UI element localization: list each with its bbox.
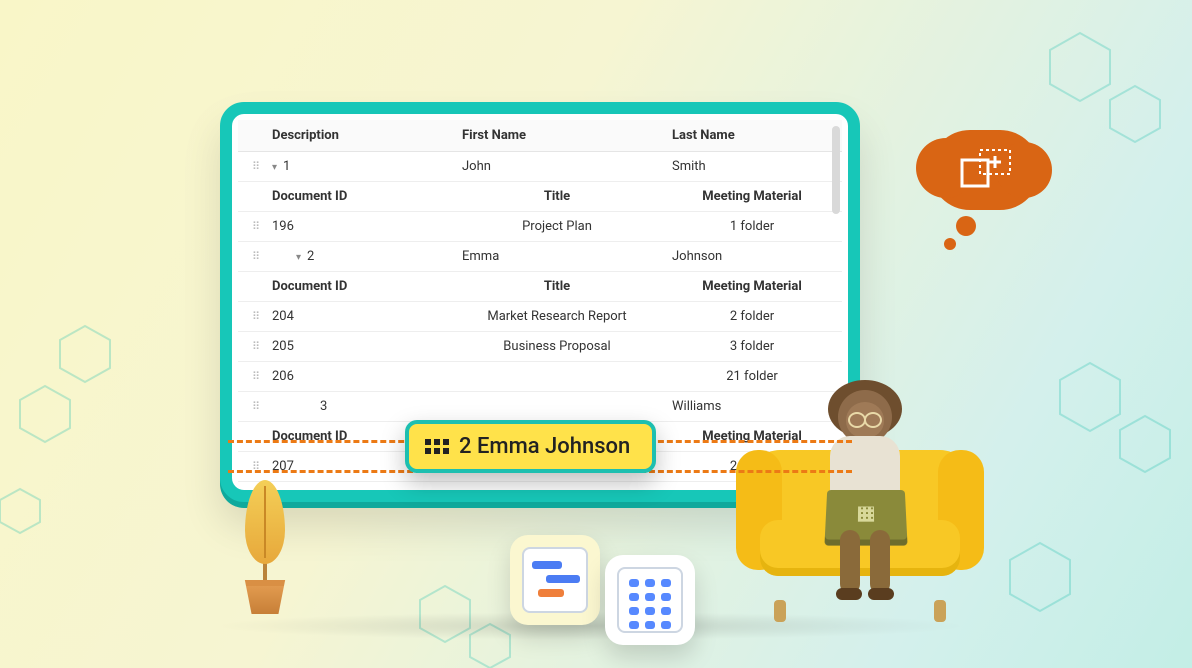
drag-handle-icon[interactable]: ⠿ [238,242,262,272]
detail-header-row: Document ID Title Meeting Material [238,272,842,302]
cell-material: 1 folder [662,212,842,242]
col-material[interactable]: Meeting Material [662,182,842,212]
drag-handle-icon[interactable]: ⠿ [238,152,262,182]
drag-handle-icon[interactable]: ⠿ [238,332,262,362]
spreadsheet-app-card [605,555,695,645]
cell-title: Business Proposal [452,332,662,362]
table-row[interactable]: ⠿205Business Proposal3 folder [238,332,842,362]
vertical-scrollbar[interactable] [832,126,840,214]
group-index: 3 [320,399,327,414]
group-first-name: Emma [452,242,662,272]
cell-doc-id: 204 [262,302,452,332]
drag-handle-icon[interactable]: ⠿ [238,212,262,242]
cell-material: 3 folder [662,332,842,362]
cell-doc-id: 205 [262,332,452,362]
col-first-name[interactable]: First Name [452,120,662,152]
chevron-down-icon[interactable]: ▾ [296,252,301,263]
cell-title [452,362,662,392]
cell-doc-id: 196 [262,212,452,242]
group-index: 1 [283,159,290,174]
drag-handle-icon [425,439,449,454]
group-row[interactable]: ⠿ ▾ 2 Emma Johnson [238,242,842,272]
thought-bubble [930,130,1050,240]
gantt-app-card [510,535,600,625]
col-title[interactable]: Title [452,272,662,302]
col-last-name[interactable]: Last Name [662,120,842,152]
drag-handle-icon[interactable]: ⠿ [238,362,262,392]
table-row[interactable]: ⠿ 196 Project Plan 1 folder [238,212,842,242]
group-first-name: John [452,152,662,182]
cell-doc-id: 206 [262,362,452,392]
drag-handle-icon[interactable]: ⠿ [238,392,262,422]
drag-chip-label: 2 Emma Johnson [459,434,630,459]
group-last-name: Johnson [662,242,842,272]
copy-add-icon [958,148,1014,192]
cell-material: 2 folder [662,302,842,332]
col-doc-id[interactable]: Document ID [262,272,452,302]
drag-handle-icon[interactable]: ⠿ [238,302,262,332]
drag-preview-chip[interactable]: 2 Emma Johnson [405,420,656,473]
treegrid-header-row: Description First Name Last Name [238,120,842,152]
plant-decoration [230,480,300,630]
col-doc-id[interactable]: Document ID [262,182,452,212]
character-on-couch [730,380,990,640]
group-last-name: Smith [662,152,842,182]
cell-title: Meeting Minutes [452,482,662,485]
group-first-name [452,392,662,422]
drag-handle-header [238,120,262,152]
table-row[interactable]: ⠿204Market Research Report2 folder [238,302,842,332]
col-description[interactable]: Description [262,120,452,152]
chevron-down-icon[interactable]: ▾ [272,162,277,173]
col-material[interactable]: Meeting Material [662,272,842,302]
cell-title: Project Plan [452,212,662,242]
cell-title: Market Research Report [452,302,662,332]
group-row[interactable]: ⠿ ▾ 1 John Smith [238,152,842,182]
group-index: 2 [307,249,314,264]
drag-handle-icon[interactable]: ⠿ [238,452,262,482]
detail-header-row: Document ID Title Meeting Material [238,182,842,212]
col-title[interactable]: Title [452,182,662,212]
